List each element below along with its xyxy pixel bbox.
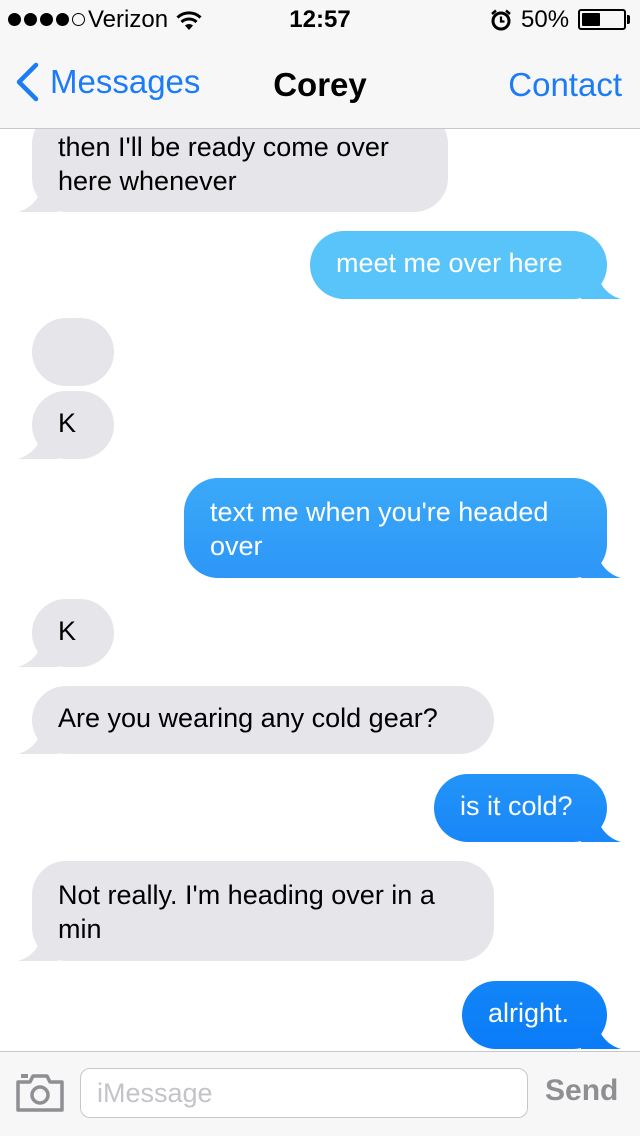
message-text: text me when you're headed over (184, 478, 607, 578)
chevron-left-icon (16, 62, 39, 102)
send-button[interactable]: Send (545, 1074, 618, 1108)
message-input[interactable] (80, 1068, 528, 1118)
message-text: Not really. I'm heading over in a min (32, 861, 494, 961)
message-text: alright. (462, 981, 607, 1049)
battery-percent: 50% (521, 6, 570, 33)
message-text: K (32, 599, 114, 667)
message-outgoing[interactable]: text me when you're headed over (184, 478, 621, 578)
message-incoming[interactable]: K (18, 599, 114, 667)
navigation-bar: Messages Corey Contact (0, 40, 640, 129)
status-bar: Verizon 12:57 50% (0, 0, 640, 40)
message-text (32, 318, 114, 386)
message-incoming[interactable]: Not really. I'm heading over in a min (18, 861, 494, 961)
message-incoming[interactable]: K (18, 391, 114, 459)
message-text: K (32, 391, 114, 459)
message-incoming[interactable]: Are you wearing any cold gear? (18, 686, 494, 754)
message-outgoing[interactable]: alright. (462, 981, 621, 1049)
camera-icon[interactable] (14, 1070, 66, 1114)
message-text: meet me over here (310, 231, 607, 299)
compose-bar: Send (0, 1051, 640, 1136)
message-thread[interactable]: then I'll be ready come over here whenev… (0, 0, 640, 1135)
alarm-clock-icon (491, 9, 511, 31)
message-outgoing[interactable]: is it cold? (434, 774, 621, 842)
battery-icon (578, 9, 626, 30)
back-button-label: Messages (50, 63, 201, 100)
message-text: Are you wearing any cold gear? (32, 686, 494, 754)
message-incoming-empty[interactable] (32, 318, 114, 386)
message-outgoing[interactable]: meet me over here (310, 231, 621, 299)
message-text: is it cold? (434, 774, 607, 842)
back-button[interactable]: Messages (14, 62, 200, 102)
contact-button[interactable]: Contact (508, 66, 622, 104)
